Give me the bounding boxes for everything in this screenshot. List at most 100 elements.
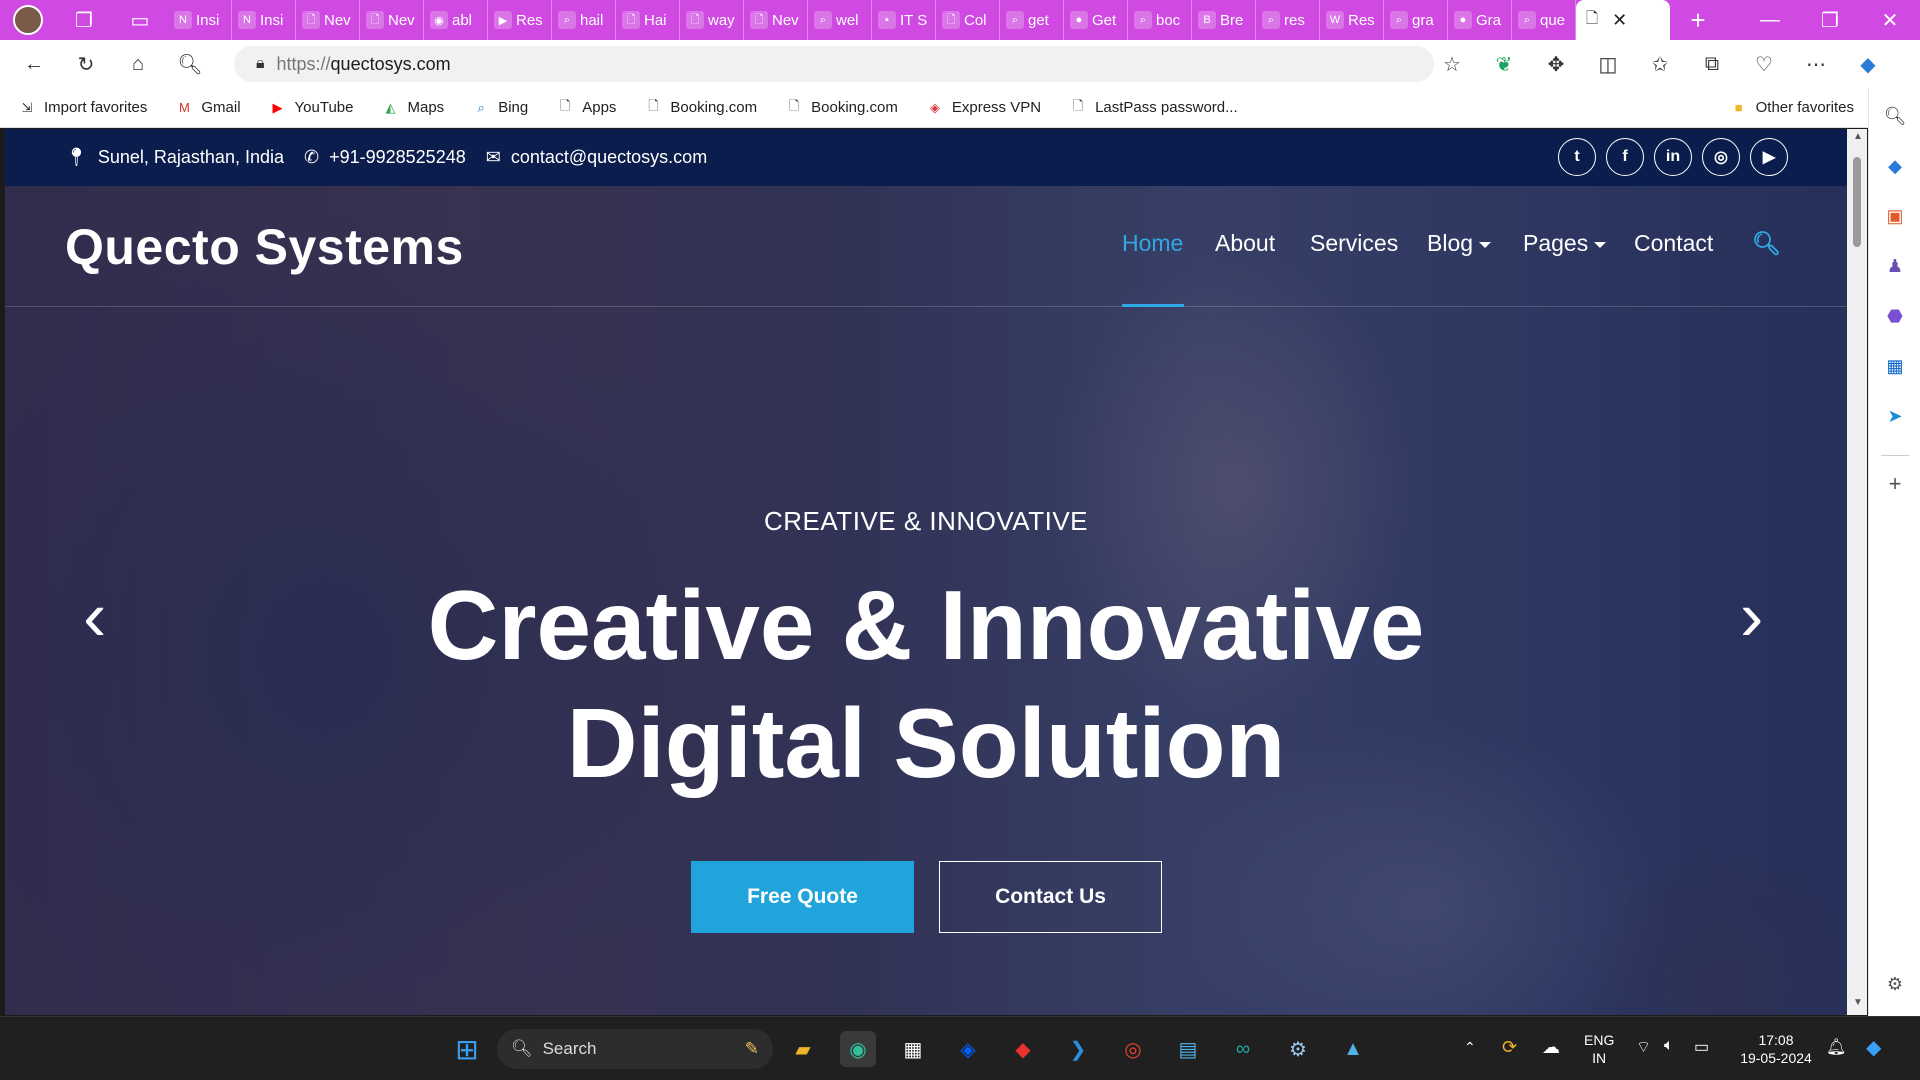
sidebar-settings-icon[interactable]: ⚙ (1879, 968, 1911, 1000)
windows-start-icon[interactable]: ⊞ (449, 1031, 485, 1067)
sync-icon[interactable]: ⟳ (1502, 1037, 1517, 1058)
close-tab-icon[interactable]: ✕ (1612, 10, 1627, 31)
tab-item[interactable]: ⌕ gra (1384, 0, 1448, 40)
tab-item[interactable]: 🗋 Nev (296, 0, 360, 40)
nav-pages[interactable]: Pages (1523, 230, 1607, 257)
taskbar-search[interactable]: 🔍︎ Search ✎ (497, 1029, 773, 1069)
close-window-button[interactable]: ✕ (1860, 0, 1920, 40)
add-sidebar-app-icon[interactable]: + (1879, 468, 1911, 500)
tab-item[interactable]: ⌕ res (1256, 0, 1320, 40)
nav-services[interactable]: Services (1310, 230, 1398, 257)
new-tab-button[interactable]: + (1670, 0, 1726, 40)
language-indicator[interactable]: ENG IN (1584, 1031, 1614, 1067)
other-favorites[interactable]: ■ Other favorites (1724, 92, 1860, 124)
favorite-item[interactable]: 🗋 Booking.com (779, 92, 904, 124)
tab-item[interactable]: 🗋 Hai (616, 0, 680, 40)
address-bar[interactable]: 🔒︎ https://quectosys.com (234, 46, 1434, 82)
carousel-prev-icon[interactable]: ‹ (83, 576, 106, 656)
copilot-sidebar-icon[interactable]: ⬣ (1879, 300, 1911, 332)
tab-item[interactable]: 🗋 Col (936, 0, 1000, 40)
extensions-puzzle-icon[interactable]: ✥ (1530, 40, 1582, 88)
carousel-next-icon[interactable]: › (1740, 576, 1763, 656)
topbar-phone[interactable]: ✆ +91-9928525248 (304, 147, 466, 168)
settings-icon[interactable]: ⚙ (1280, 1031, 1316, 1067)
profile-avatar[interactable] (0, 0, 56, 40)
favorite-item[interactable]: ◈ Express VPN (920, 92, 1047, 124)
notification-bell-icon[interactable]: 🔔︎ (1826, 1037, 1846, 1057)
favorite-item[interactable]: ◭ Maps (376, 92, 451, 124)
tab-item[interactable]: ● Get (1064, 0, 1128, 40)
scrollbar-thumb[interactable] (1853, 157, 1861, 247)
collections-icon[interactable]: ⧉ (1686, 40, 1738, 88)
free-quote-button[interactable]: Free Quote (691, 861, 914, 933)
copilot-taskbar-icon[interactable]: ◆ (1866, 1035, 1881, 1060)
games-icon[interactable]: ♟ (1879, 250, 1911, 282)
favorite-item[interactable]: 🗋 Booking.com (638, 92, 763, 124)
nav-home[interactable]: Home (1122, 230, 1183, 257)
tab-item[interactable]: ⌕ get (1000, 0, 1064, 40)
arduino-icon[interactable]: ∞ (1225, 1031, 1261, 1067)
tab-item[interactable]: B Bre (1192, 0, 1256, 40)
tab-item[interactable]: ▪ IT S (872, 0, 936, 40)
tab-item[interactable]: N Insi (168, 0, 232, 40)
tab-item[interactable]: ◉ abl (424, 0, 488, 40)
tab-item[interactable]: ⌕ boc (1128, 0, 1192, 40)
tab-item[interactable]: ● Gra (1448, 0, 1512, 40)
workspaces-icon[interactable]: ❐ (56, 0, 112, 40)
volume-icon[interactable]: 🔈︎ (1664, 1037, 1674, 1055)
chrome-icon[interactable]: ◎ (1115, 1031, 1151, 1067)
topbar-email[interactable]: ✉ contact@quectosys.com (486, 147, 707, 168)
battery-icon[interactable]: ▭ (1694, 1037, 1709, 1057)
tab-item[interactable]: ⌕ que (1512, 0, 1576, 40)
favorites-icon[interactable]: ✩ (1634, 40, 1686, 88)
tab-active[interactable]: 🗋 ✕ (1576, 0, 1670, 40)
favorite-item[interactable]: 🗋 LastPass password... (1063, 92, 1244, 124)
split-screen-icon[interactable]: ◫ (1582, 40, 1634, 88)
copilot-icon[interactable]: ◆ (1842, 40, 1894, 88)
favorite-item[interactable]: ▶ YouTube (263, 92, 360, 124)
twitter-icon[interactable]: t (1558, 138, 1596, 176)
tab-item[interactable]: ⌕ hail (552, 0, 616, 40)
extension-icon[interactable]: ❦ (1478, 40, 1530, 88)
search-icon[interactable]: 🔍︎ (164, 40, 216, 88)
dropbox-icon[interactable]: ◈ (950, 1031, 986, 1067)
edge-icon[interactable]: ◉ (840, 1031, 876, 1067)
wifi-icon[interactable]: ⌔ (1636, 1037, 1651, 1057)
tray-chevron-up-icon[interactable]: ⌃ (1464, 1039, 1476, 1056)
tab-item[interactable]: ▶ Res (488, 0, 552, 40)
tab-item[interactable]: 🗋 Nev (360, 0, 424, 40)
vertical-tabs-icon[interactable]: ▭ (112, 0, 168, 40)
tools-icon[interactable]: ▣ (1879, 200, 1911, 232)
tab-item[interactable]: ⌕ wel (808, 0, 872, 40)
sidebar-search-icon[interactable]: 🔍︎ (1879, 100, 1911, 132)
clock[interactable]: 17:08 19-05-2024 (1734, 1031, 1818, 1067)
onedrive-cloud-icon[interactable]: ☁ (1542, 1037, 1560, 1058)
microsoft-store-icon[interactable]: ▦ (895, 1031, 931, 1067)
contact-us-button[interactable]: Contact Us (939, 861, 1162, 933)
refresh-icon[interactable]: ↻ (60, 40, 112, 88)
home-icon[interactable]: ⌂ (112, 40, 164, 88)
tab-item[interactable]: 🗋 Nev (744, 0, 808, 40)
favorite-item[interactable]: ⌕ Bing (466, 92, 534, 124)
favorite-item[interactable]: M Gmail (169, 92, 246, 124)
notepad-icon[interactable]: ▤ (1170, 1031, 1206, 1067)
restore-button[interactable]: ❐ (1800, 0, 1860, 40)
photos-icon[interactable]: ▲ (1335, 1031, 1371, 1067)
favorite-item[interactable]: 🗋 Apps (550, 92, 622, 124)
outlook-icon[interactable]: ▦ (1879, 350, 1911, 382)
page-scrollbar[interactable]: ▲ ▼ (1847, 129, 1867, 1015)
shopping-tag-icon[interactable]: ◆ (1879, 150, 1911, 182)
tab-item[interactable]: N Insi (232, 0, 296, 40)
instagram-icon[interactable]: ◎ (1702, 138, 1740, 176)
back-icon[interactable]: ← (8, 40, 60, 88)
browser-essentials-icon[interactable]: ♡ (1738, 40, 1790, 88)
file-explorer-icon[interactable]: ▰ (785, 1031, 821, 1067)
vscode-icon[interactable]: ❯ (1060, 1031, 1096, 1067)
send-icon[interactable]: ➤ (1879, 400, 1911, 432)
nav-blog[interactable]: Blog (1427, 230, 1492, 257)
nav-contact[interactable]: Contact (1634, 230, 1713, 257)
more-menu-icon[interactable]: ⋯ (1790, 40, 1842, 88)
favorite-item[interactable]: ⇲ Import favorites (12, 92, 153, 124)
url-text[interactable]: https://quectosys.com (277, 54, 451, 75)
minimize-button[interactable]: — (1740, 0, 1800, 40)
